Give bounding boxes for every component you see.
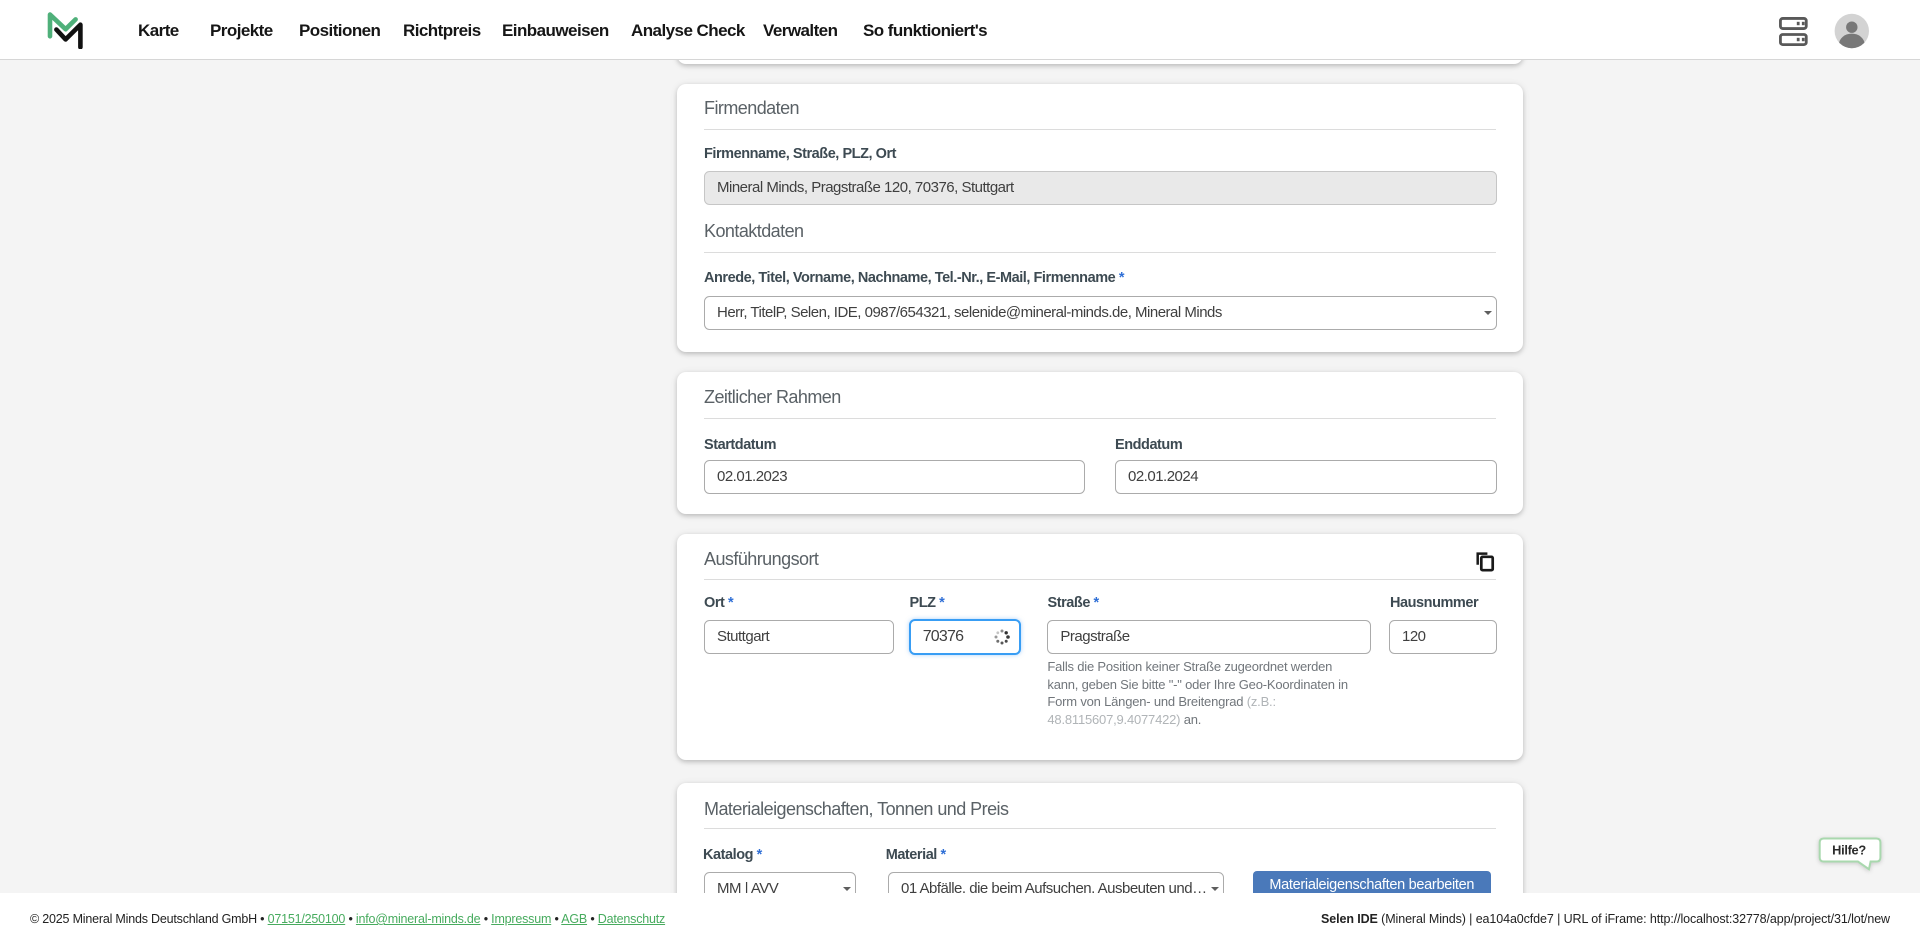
svg-text:Hilfe?: Hilfe? (1832, 843, 1866, 858)
